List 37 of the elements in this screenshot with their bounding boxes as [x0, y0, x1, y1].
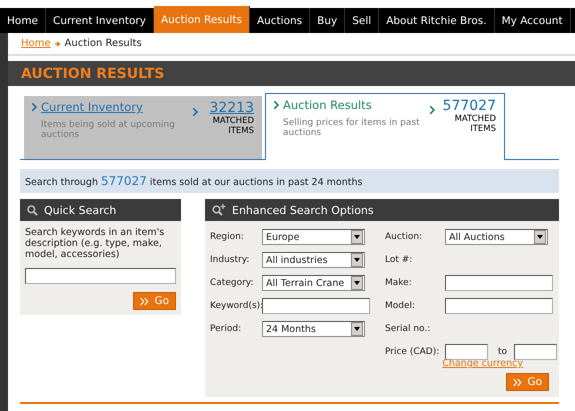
count: 577027: [442, 98, 496, 114]
dropdown[interactable]: All Terrain Crane: [262, 275, 365, 291]
page-title: AUCTION RESULTS: [21, 66, 164, 82]
range-label: to: [497, 347, 508, 357]
field-label: Industry:: [210, 255, 250, 265]
tab-description: Selling prices for items in past auctions: [282, 118, 421, 138]
tab-description: Items being sold at upcoming auctions: [40, 120, 176, 140]
dropdown[interactable]: All industries: [262, 252, 365, 268]
field-label: Keyword(s):: [210, 301, 262, 311]
info-text: Search through 577027 items sold at our auctions in past 24 months: [25, 174, 362, 188]
field-label: Serial no.:: [385, 324, 432, 334]
result-tab[interactable]: Auction Results Selling prices for items in past auctions 577027 MATCHED ITEMS: [265, 93, 505, 160]
field-label: Make:: [385, 278, 413, 288]
result-tab[interactable]: Current Inventory Items being sold at upcoming auctions 32213 MATCHED ITEMS: [24, 96, 262, 159]
field-label: Category:: [210, 278, 254, 288]
dropdown[interactable]: All Auctions: [445, 229, 548, 245]
breadcrumb-current: Auction Results: [64, 38, 142, 49]
panel-title: Enhanced Search Options: [232, 204, 374, 216]
field-label: Auction:: [385, 232, 424, 242]
panel-description: Search keywords in an item's description (e.g. type, make, model, accessories): [25, 227, 166, 260]
panel-title: Quick Search: [44, 204, 116, 216]
count-label: MATCHED ITEMS: [454, 114, 496, 134]
nav-tab[interactable]: Sell: [345, 8, 380, 33]
nav-tab[interactable]: My Account: [494, 8, 571, 33]
count: 32213: [209, 100, 254, 116]
nav-tab[interactable]: Auctions: [250, 8, 310, 33]
field-label: Model:: [385, 301, 416, 311]
field-label: Period:: [210, 324, 242, 334]
field-label: Price (CAD):: [385, 347, 440, 357]
count-label: MATCHED ITEMS: [212, 116, 254, 136]
nav-tab[interactable]: Buy: [310, 8, 346, 33]
tab-title[interactable]: Auction Results: [283, 98, 372, 112]
field-label: Lot #:: [385, 255, 414, 265]
nav-tab[interactable]: About Ritchie Bros.: [379, 8, 495, 33]
dropdown[interactable]: Europe: [262, 229, 365, 245]
dropdown[interactable]: 24 Months: [262, 321, 365, 337]
field-label: Region:: [210, 232, 245, 242]
